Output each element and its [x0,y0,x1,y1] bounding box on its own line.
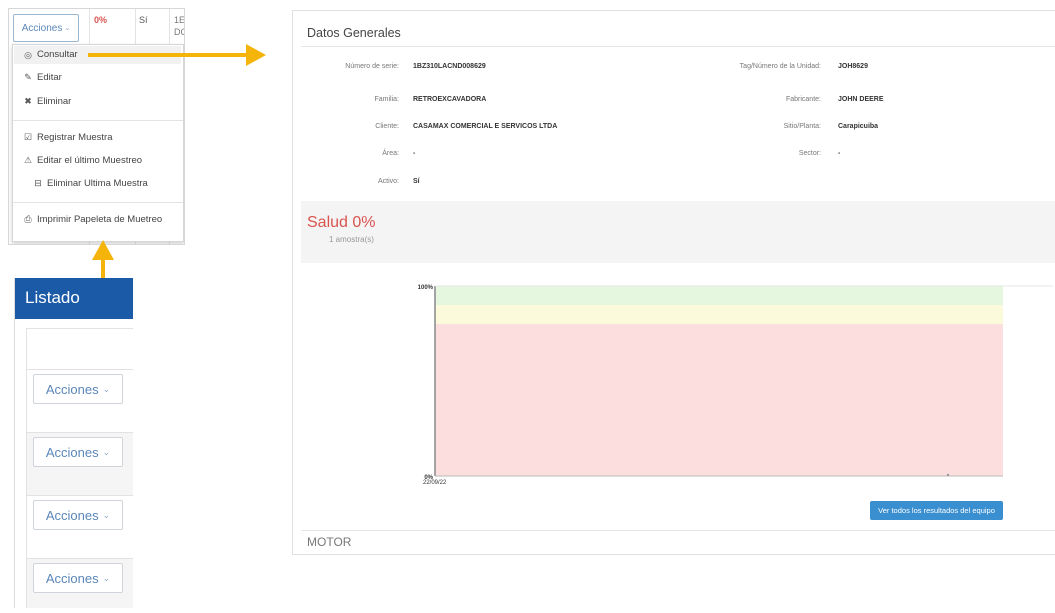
fabricante-value: JOHN DEERE [838,96,884,103]
activo-value: Sí [413,178,420,185]
listado-table: Acciones ⌄ Acciones ⌄ Acciones ⌄ Accione… [26,328,133,608]
fabricante-label: Fabricante: [785,96,821,103]
serie-label: Número de serie: [345,63,399,70]
area-value: - [413,150,416,157]
cliente-value: CASAMAX COMERCIAL E SERVICOS LTDA [413,123,558,130]
salud-subtitle: 1 amostra(s) [329,235,374,244]
acciones-menu: ◎ Consultar ✎ Editar ✖ Eliminar ☑ Regist… [12,44,184,242]
menu-divider [13,120,183,121]
chevron-down-icon: ⌄ [102,446,111,457]
sector-label: Sector: [798,150,821,157]
sector-value: - [838,150,841,157]
acciones-button[interactable]: Acciones ⌄ [33,437,123,467]
chevron-down-icon: ⌄ [102,509,111,520]
table-row: Acciones ⌄ [27,432,133,495]
y-tick-label: 100% [418,285,434,291]
tag-label: Tag/Número de la Unidad: [739,63,821,70]
sitio-label: Sitio/Planta: [783,123,821,130]
data-point [946,473,950,477]
chevron-down-icon: ⌄ [102,383,111,394]
check-square-icon: ☑ [23,132,33,142]
menu-item-imprimir[interactable]: ⎙ Imprimir Papeleta de Muetreo [23,214,162,225]
equipment-detail-panel: Datos Generales Número de serie: 1BZ310L… [292,10,1055,555]
acciones-button[interactable]: Acciones ⌄ [33,563,123,593]
chevron-down-icon: ⌄ [64,25,71,32]
chart-band [435,305,1003,324]
acciones-label: Acciones [45,570,99,586]
health-percent-cell: 0% [94,15,108,25]
menu-item-editar-ultimo[interactable]: ⚠ Editar el último Muestreo [23,155,142,166]
menu-item-eliminar-ultima[interactable]: ⊟ Eliminar Ultima Muestra [33,178,148,189]
eye-icon: ◎ [24,50,32,60]
cliente-label: Cliente: [375,123,399,130]
chevron-down-icon: ⌄ [102,572,111,583]
motor-section-title: MOTOR [307,535,352,549]
listado-panel: Listado Acciones ⌄ Acciones ⌄ Acciones ⌄… [14,278,133,608]
tag-value: JOH8629 [838,63,868,70]
menu-item-registrar-muestra[interactable]: ☑ Registrar Muestra [23,132,113,143]
menu-item-label: Eliminar Ultima Muestra [47,178,148,189]
sitio-value: Carapicuiba [838,123,879,130]
section-title: Datos Generales [307,26,401,40]
menu-item-label: Editar [37,72,62,83]
acciones-label: Acciones [45,444,99,460]
acciones-label: Acciones [21,22,63,34]
arrow-up-icon [92,240,114,260]
actions-dropdown-panel: 0% Sí 1E DC 35 93 3B 93 P8 9B VI Accione… [8,8,185,245]
arrow-right-shaft [88,53,248,57]
minus-square-icon: ⊟ [34,178,42,188]
cell-fragment: 1E [174,15,185,25]
acciones-dropdown-button[interactable]: Acciones ⌄ [13,14,79,42]
menu-item-label: Consultar [37,49,78,60]
familia-label: Familia: [374,96,399,103]
times-icon: ✖ [24,96,32,106]
chart-band [435,286,1003,305]
acciones-button[interactable]: Acciones ⌄ [33,374,123,404]
divider [301,46,1055,47]
acciones-label: Acciones [45,507,99,523]
menu-divider [13,202,183,203]
edit-icon: ✎ [24,72,32,82]
listado-header: Listado [15,278,133,319]
salud-title: Salud 0% [307,214,376,231]
ver-resultados-button[interactable]: Ver todos los resultados del equipo [870,501,1003,520]
print-icon: ⎙ [24,214,32,224]
salud-band [301,201,1055,263]
menu-item-label: Eliminar [37,96,72,107]
divider [301,530,1055,531]
menu-item-eliminar[interactable]: ✖ Eliminar [23,96,71,107]
warning-icon: ⚠ [23,155,33,165]
listado-title: Listado [25,288,80,307]
acciones-button[interactable]: Acciones ⌄ [33,500,123,530]
active-cell: Sí [139,15,148,25]
table-row: Acciones ⌄ [27,495,133,558]
menu-item-label: Editar el último Muestreo [37,155,143,166]
x-tick-label: 22/09/22 [423,480,447,486]
acciones-label: Acciones [45,381,99,397]
familia-value: RETROEXCAVADORA [413,96,487,103]
area-label: Área: [382,150,399,157]
serie-value: 1BZ310LACND008629 [413,63,486,70]
menu-item-editar[interactable]: ✎ Editar [23,72,62,83]
menu-item-label: Imprimir Papeleta de Muetreo [37,214,163,225]
menu-item-label: Registrar Muestra [37,132,113,143]
table-row: Acciones ⌄ [27,369,133,432]
table-row: Acciones ⌄ [27,558,133,608]
health-chart: 100%0%22/09/22 [418,285,1053,486]
chart-band [435,324,1003,476]
cell-fragment: DC [174,27,184,37]
arrow-right-icon [246,44,266,66]
activo-label: Activo: [377,178,399,185]
